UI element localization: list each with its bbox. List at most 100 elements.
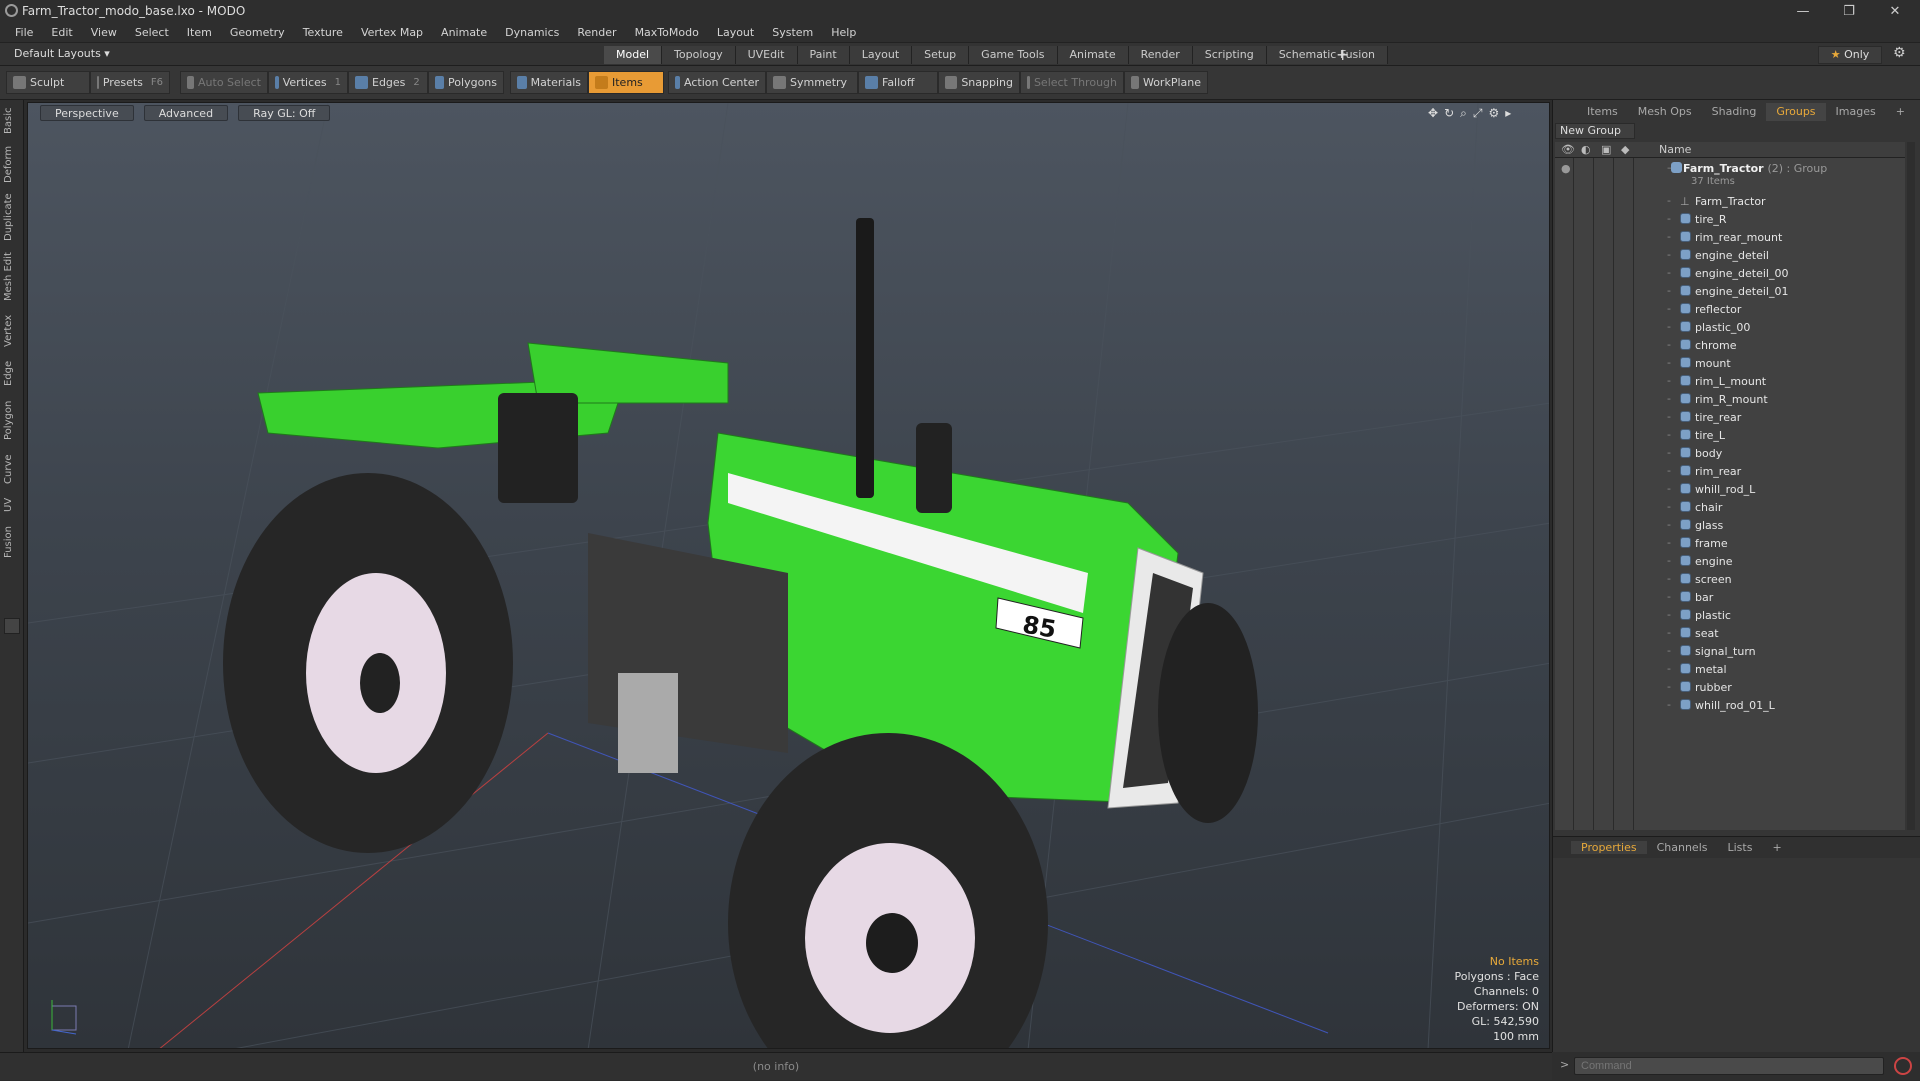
list-item[interactable]: - body [1555, 444, 1905, 462]
tab-fusion[interactable]: Fusion [3, 524, 21, 560]
only-button[interactable]: ★ Only [1818, 46, 1882, 64]
menu-animate[interactable]: Animate [432, 26, 496, 39]
select-through-button[interactable]: Select Through [1020, 71, 1124, 94]
menu-vertex-map[interactable]: Vertex Map [352, 26, 432, 39]
auto-select-button[interactable]: Auto Select [180, 71, 268, 94]
tab-topology[interactable]: Topology [662, 46, 736, 64]
menu-view[interactable]: View [82, 26, 126, 39]
menu-system[interactable]: System [763, 26, 822, 39]
tab-paint[interactable]: Paint [797, 46, 850, 64]
list-item[interactable]: - whill_rod_L [1555, 480, 1905, 498]
menu-texture[interactable]: Texture [294, 26, 352, 39]
list-item[interactable]: - rim_R_mount [1555, 390, 1905, 408]
zoom-view-icon[interactable]: ⌕ [1460, 106, 1467, 121]
tab-duplicate[interactable]: Duplicate [3, 192, 21, 242]
tab-vertex[interactable]: Vertex [3, 312, 21, 350]
tab-model[interactable]: Model [604, 46, 663, 64]
snapping-button[interactable]: Snapping [938, 71, 1020, 94]
list-item[interactable]: - glass [1555, 516, 1905, 534]
tab-deform[interactable]: Deform [3, 144, 21, 184]
tab-basic[interactable]: Basic [3, 106, 21, 136]
list-item[interactable]: - engine_deteil_01 [1555, 282, 1905, 300]
tab-polygon[interactable]: Polygon [3, 396, 21, 444]
tab-animate[interactable]: Animate [1057, 46, 1129, 64]
list-item[interactable]: - tire_rear [1555, 408, 1905, 426]
vertices-button[interactable]: Vertices 1 [268, 71, 348, 94]
list-item[interactable]: - engine [1555, 552, 1905, 570]
tab-render[interactable]: Render [1128, 46, 1193, 64]
tab-game-tools[interactable]: Game Tools [969, 46, 1058, 64]
move-view-icon[interactable]: ✥ [1428, 106, 1438, 121]
viewport-menu-icon[interactable]: ▸ [1505, 106, 1511, 121]
list-item[interactable]: - frame [1555, 534, 1905, 552]
eye-icon[interactable]: ● [1561, 162, 1571, 175]
materials-button[interactable]: Materials [510, 71, 588, 94]
gear-icon[interactable]: ⚙ [1893, 45, 1906, 61]
tab-schematic-fusion[interactable]: Schematic Fusion [1266, 46, 1389, 64]
sculpt-button[interactable]: Sculpt [6, 71, 90, 94]
list-item[interactable]: - screen [1555, 570, 1905, 588]
action-center-button[interactable]: Action Center [668, 71, 766, 94]
list-item[interactable]: - engine_deteil_00 [1555, 264, 1905, 282]
tab-layout[interactable]: Layout [849, 46, 913, 64]
maximize-button[interactable]: ❐ [1826, 0, 1872, 22]
tab-edge[interactable]: Edge [3, 358, 21, 388]
group-list-scrollbar[interactable] [1907, 142, 1915, 830]
list-item[interactable]: - rim_rear [1555, 462, 1905, 480]
viewport-settings-icon[interactable]: ⚙ [1488, 106, 1499, 121]
tab-items[interactable]: Items [1577, 103, 1628, 121]
menu-geometry[interactable]: Geometry [221, 26, 294, 39]
menu-edit[interactable]: Edit [42, 26, 81, 39]
minimize-button[interactable]: — [1780, 0, 1826, 22]
tab-groups[interactable]: Groups [1766, 103, 1826, 121]
symmetry-button[interactable]: Symmetry [766, 71, 858, 94]
polygons-button[interactable]: Polygons [428, 71, 504, 94]
menu-item[interactable]: Item [178, 26, 221, 39]
menu-render[interactable]: Render [568, 26, 625, 39]
list-item[interactable]: - mount [1555, 354, 1905, 372]
list-item[interactable]: - rim_L_mount [1555, 372, 1905, 390]
items-button[interactable]: Items [588, 71, 664, 94]
fit-view-icon[interactable]: ⤢ [1473, 106, 1483, 121]
tab-setup[interactable]: Setup [912, 46, 970, 64]
menu-select[interactable]: Select [126, 26, 178, 39]
list-item[interactable]: - reflector [1555, 300, 1905, 318]
add-tab-button[interactable]: + [1336, 45, 1349, 64]
list-item[interactable]: - engine_deteil [1555, 246, 1905, 264]
menu-help[interactable]: Help [822, 26, 865, 39]
3d-viewport[interactable]: 85 Perspective Advanced Ray GL: Off ✥ ↻ … [27, 102, 1550, 1049]
menu-file[interactable]: File [6, 26, 42, 39]
list-item[interactable]: - rubber [1555, 678, 1905, 696]
tab-uvedit[interactable]: UVEdit [735, 46, 798, 64]
menu-dynamics[interactable]: Dynamics [496, 26, 568, 39]
list-item[interactable]: - signal_turn [1555, 642, 1905, 660]
list-item[interactable]: - plastic_00 [1555, 318, 1905, 336]
advanced-button[interactable]: Advanced [143, 105, 229, 121]
close-button[interactable]: ✕ [1872, 0, 1918, 22]
presets-button[interactable]: Presets F6 [90, 71, 170, 94]
tab-channels[interactable]: Channels [1647, 841, 1718, 854]
record-icon[interactable] [1894, 1057, 1912, 1075]
tab-curve[interactable]: Curve [3, 452, 21, 486]
list-item[interactable]: - bar [1555, 588, 1905, 606]
tab-images[interactable]: Images [1826, 103, 1886, 121]
name-column-header[interactable]: Name [1659, 143, 1691, 156]
tab-mesh-ops[interactable]: Mesh Ops [1628, 103, 1702, 121]
tab-shading[interactable]: Shading [1702, 103, 1767, 121]
falloff-button[interactable]: Falloff [858, 71, 938, 94]
list-item[interactable]: - tire_L [1555, 426, 1905, 444]
list-item[interactable]: - metal [1555, 660, 1905, 678]
list-item[interactable]: - chrome [1555, 336, 1905, 354]
perspective-button[interactable]: Perspective [40, 105, 134, 121]
tab-mesh-edit[interactable]: Mesh Edit [3, 250, 21, 304]
new-group-button[interactable]: New Group [1555, 123, 1635, 139]
list-item[interactable]: - rim_rear_mount [1555, 228, 1905, 246]
panel-toggle-button[interactable] [4, 618, 20, 634]
list-item[interactable]: - whill_rod_01_L [1555, 696, 1905, 714]
add-panel-tab-button[interactable]: + [1886, 103, 1915, 121]
list-item[interactable]: - seat [1555, 624, 1905, 642]
tab-scripting[interactable]: Scripting [1192, 46, 1267, 64]
list-item[interactable]: - plastic [1555, 606, 1905, 624]
edges-button[interactable]: Edges 2 [348, 71, 428, 94]
add-properties-tab-button[interactable]: + [1762, 841, 1791, 854]
